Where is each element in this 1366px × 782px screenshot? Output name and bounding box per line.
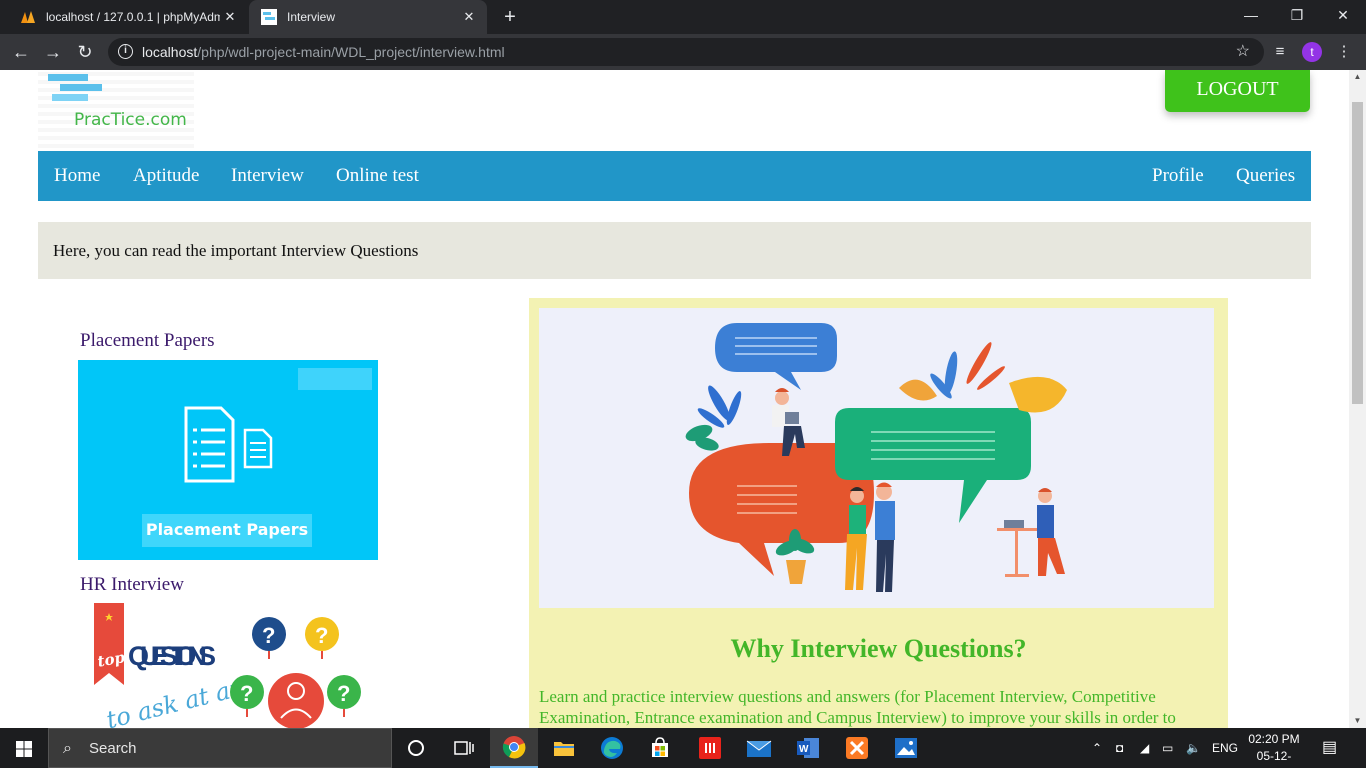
nav-aptitude[interactable]: Aptitude (133, 151, 200, 201)
mail-icon[interactable] (735, 728, 783, 768)
logout-button[interactable]: LOGOUT (1165, 70, 1310, 112)
placement-card-label: Placement Papers (142, 514, 312, 547)
reload-icon[interactable]: ↻ (73, 40, 97, 64)
nav-queries[interactable]: Queries (1236, 151, 1295, 201)
placement-papers-card[interactable]: Placement Papers (78, 360, 378, 560)
new-tab-icon[interactable]: + (498, 5, 522, 29)
card-decoration (298, 368, 372, 390)
minimize-icon[interactable]: — (1228, 0, 1274, 30)
menu-kebab-icon[interactable]: ⋮ (1334, 40, 1354, 64)
info-panel: Why Interview Questions? Learn and pract… (529, 298, 1228, 728)
svg-text:?: ? (315, 623, 328, 648)
clock-time: 02:20 PM (1248, 732, 1300, 746)
address-bar[interactable]: i localhost/php/wdl-project-main/WDL_pro… (108, 38, 1264, 66)
language-indicator[interactable]: ENG (1212, 728, 1238, 768)
discussion-illustration (685, 323, 1067, 592)
nav-home[interactable]: Home (54, 151, 100, 201)
interview-illustration (539, 308, 1214, 608)
battery-icon[interactable]: ▭ (1162, 728, 1180, 768)
media-queue-icon[interactable]: ≡ (1268, 40, 1292, 64)
task-view-icon[interactable] (440, 728, 488, 768)
site-info-icon[interactable]: i (118, 44, 133, 59)
start-button[interactable] (0, 728, 48, 768)
volume-icon[interactable]: 🔈 (1186, 728, 1204, 768)
svg-text:QUESTIONS: QUESTIONS (128, 641, 216, 671)
svg-text:to ask at an: to ask at an (104, 673, 248, 728)
site-logo[interactable]: PracTice.com (38, 70, 194, 148)
address-host: localhost (142, 44, 198, 60)
search-icon: ⌕ (63, 740, 72, 757)
scrollbar-thumb[interactable] (1352, 102, 1363, 404)
system-clock[interactable]: 02:20 PM 05-12-2020 (1245, 731, 1303, 782)
browser-tab-strip: localhost / 127.0.0.1 | phpMyAdm ✕ Inter… (0, 0, 1366, 34)
logo-text: PracTice.com (74, 110, 187, 130)
tab-title: Interview (287, 10, 336, 24)
svg-text:?: ? (240, 681, 253, 706)
info-title: Why Interview Questions? (730, 634, 1027, 663)
logo-bar (52, 94, 88, 101)
hr-interview-card[interactable]: top QUESTIONS to ask at an ? ? ? ? (78, 603, 378, 728)
nav-profile[interactable]: Profile (1152, 151, 1204, 201)
wifi-icon[interactable]: ◢ (1140, 728, 1156, 768)
windows-logo-icon (16, 741, 32, 757)
hr-interview-heading[interactable]: HR Interview (80, 574, 184, 596)
clock-date: 05-12-2020 (1256, 749, 1292, 780)
bookmark-star-icon[interactable]: ☆ (1236, 38, 1250, 66)
svg-text:?: ? (262, 623, 275, 648)
close-tab-icon[interactable]: ✕ (459, 9, 479, 25)
placement-papers-heading[interactable]: Placement Papers (80, 330, 215, 352)
edge-icon[interactable] (588, 728, 636, 768)
cortana-icon[interactable] (392, 728, 440, 768)
hr-questions-image: top QUESTIONS to ask at an ? ? ? ? (94, 603, 361, 728)
search-placeholder: Search (89, 740, 137, 757)
file-explorer-icon[interactable] (540, 728, 588, 768)
info-text: Learn and practice interview questions a… (539, 687, 1176, 727)
nav-interview[interactable]: Interview (231, 151, 304, 201)
document-icon (184, 406, 273, 483)
office-app-icon[interactable] (686, 728, 734, 768)
browser-toolbar: ← → ↻ i localhost/php/wdl-project-main/W… (0, 34, 1366, 70)
svg-text:W: W (799, 744, 809, 755)
notice-banner: Here, you can read the important Intervi… (38, 222, 1311, 279)
tab-phpmyadmin[interactable]: localhost / 127.0.0.1 | phpMyAdm ✕ (8, 0, 248, 34)
logo-bar (48, 74, 88, 81)
window-close-icon[interactable]: ✕ (1320, 0, 1366, 30)
word-icon[interactable]: W (784, 728, 832, 768)
back-icon[interactable]: ← (9, 40, 33, 64)
chrome-icon[interactable] (490, 728, 538, 768)
close-tab-icon[interactable]: ✕ (220, 9, 240, 25)
tab-title: localhost / 127.0.0.1 | phpMyAdm (46, 10, 220, 24)
xampp-icon[interactable] (833, 728, 881, 768)
main-nav: Home Aptitude Interview Online test Prof… (38, 151, 1311, 201)
page-viewport: PracTice.com LOGOUT Home Aptitude Interv… (0, 70, 1349, 728)
meet-now-icon[interactable]: ◘ (1116, 728, 1132, 768)
forward-icon[interactable]: → (41, 40, 65, 64)
scroll-down-icon[interactable]: ▼ (1349, 714, 1366, 728)
scroll-up-icon[interactable]: ▲ (1349, 70, 1366, 84)
restore-icon[interactable]: ❐ (1274, 0, 1320, 30)
site-favicon-icon (261, 9, 277, 25)
address-path: /php/wdl-project-main/WDL_project/interv… (197, 44, 505, 60)
page-scrollbar[interactable]: ▲ ▼ (1349, 70, 1366, 728)
action-center-icon[interactable]: ▤ (1322, 728, 1344, 768)
photos-icon[interactable] (882, 728, 930, 768)
profile-avatar[interactable]: t (1302, 42, 1322, 62)
tray-chevron-icon[interactable]: ⌃ (1092, 728, 1106, 768)
phpmyadmin-icon (21, 11, 35, 23)
logo-bar (60, 84, 102, 91)
taskbar-search[interactable]: ⌕ Search (48, 728, 392, 768)
microsoft-store-icon[interactable] (636, 728, 684, 768)
nav-online-test[interactable]: Online test (336, 151, 419, 201)
tab-interview[interactable]: Interview ✕ (249, 0, 487, 34)
svg-text:?: ? (337, 681, 350, 706)
windows-taskbar: ⌕ Search W ⌃ ◘ ◢ ▭ 🔈 ENG 02:20 PM 05-12-… (0, 728, 1366, 780)
